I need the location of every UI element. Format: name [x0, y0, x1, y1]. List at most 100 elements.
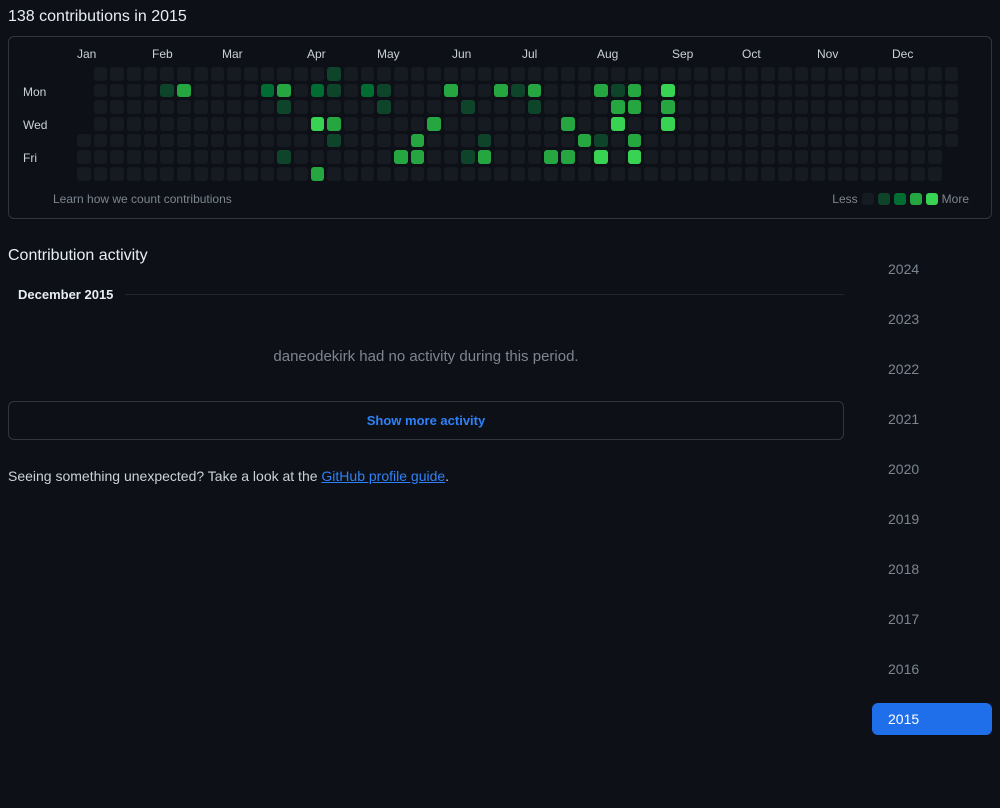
contribution-cell[interactable]	[478, 100, 492, 114]
contribution-cell[interactable]	[327, 84, 341, 98]
contribution-cell[interactable]	[745, 167, 759, 181]
contribution-cell[interactable]	[544, 67, 558, 81]
contribution-cell[interactable]	[861, 100, 875, 114]
contribution-cell[interactable]	[628, 84, 642, 98]
contribution-cell[interactable]	[427, 100, 441, 114]
show-more-button[interactable]: Show more activity	[8, 401, 844, 440]
contribution-cell[interactable]	[110, 100, 124, 114]
contribution-cell[interactable]	[678, 84, 692, 98]
contribution-cell[interactable]	[494, 117, 508, 131]
contribution-cell[interactable]	[795, 167, 809, 181]
contribution-cell[interactable]	[327, 117, 341, 131]
contribution-cell[interactable]	[661, 84, 675, 98]
contribution-cell[interactable]	[611, 100, 625, 114]
contribution-cell[interactable]	[678, 67, 692, 81]
contribution-cell[interactable]	[194, 117, 208, 131]
contribution-cell[interactable]	[294, 84, 308, 98]
contribution-cell[interactable]	[427, 67, 441, 81]
contribution-cell[interactable]	[511, 100, 525, 114]
contribution-cell[interactable]	[828, 67, 842, 81]
contribution-cell[interactable]	[561, 67, 575, 81]
contribution-cell[interactable]	[878, 84, 892, 98]
contribution-cell[interactable]	[244, 150, 258, 164]
contribution-cell[interactable]	[427, 150, 441, 164]
contribution-cell[interactable]	[294, 67, 308, 81]
contribution-cell[interactable]	[628, 167, 642, 181]
contribution-cell[interactable]	[377, 100, 391, 114]
contribution-cell[interactable]	[778, 134, 792, 148]
contribution-cell[interactable]	[411, 117, 425, 131]
contribution-cell[interactable]	[277, 67, 291, 81]
contribution-cell[interactable]	[945, 84, 959, 98]
contribution-cell[interactable]	[427, 84, 441, 98]
contribution-cell[interactable]	[244, 100, 258, 114]
contribution-cell[interactable]	[461, 150, 475, 164]
contribution-cell[interactable]	[361, 100, 375, 114]
contribution-cell[interactable]	[878, 67, 892, 81]
contribution-cell[interactable]	[911, 167, 925, 181]
contribution-cell[interactable]	[427, 134, 441, 148]
contribution-cell[interactable]	[795, 67, 809, 81]
contribution-cell[interactable]	[94, 134, 108, 148]
contribution-cell[interactable]	[745, 67, 759, 81]
contribution-cell[interactable]	[211, 167, 225, 181]
contribution-cell[interactable]	[728, 84, 742, 98]
contribution-cell[interactable]	[227, 134, 241, 148]
contribution-cell[interactable]	[261, 134, 275, 148]
contribution-cell[interactable]	[494, 134, 508, 148]
contribution-cell[interactable]	[177, 150, 191, 164]
contribution-cell[interactable]	[511, 84, 525, 98]
contribution-cell[interactable]	[311, 117, 325, 131]
contribution-cell[interactable]	[277, 150, 291, 164]
contribution-cell[interactable]	[227, 150, 241, 164]
contribution-cell[interactable]	[261, 150, 275, 164]
contribution-cell[interactable]	[828, 117, 842, 131]
contribution-cell[interactable]	[578, 134, 592, 148]
contribution-cell[interactable]	[411, 100, 425, 114]
contribution-cell[interactable]	[494, 67, 508, 81]
contribution-cell[interactable]	[795, 134, 809, 148]
contribution-cell[interactable]	[227, 167, 241, 181]
contribution-cell[interactable]	[177, 134, 191, 148]
contribution-cell[interactable]	[377, 67, 391, 81]
contribution-cell[interactable]	[444, 67, 458, 81]
contribution-cell[interactable]	[845, 84, 859, 98]
contribution-cell[interactable]	[578, 167, 592, 181]
contribution-cell[interactable]	[578, 84, 592, 98]
contribution-cell[interactable]	[911, 150, 925, 164]
profile-guide-link[interactable]: GitHub profile guide	[321, 468, 445, 484]
contribution-cell[interactable]	[611, 117, 625, 131]
contribution-cell[interactable]	[861, 67, 875, 81]
contribution-cell[interactable]	[928, 167, 942, 181]
contribution-cell[interactable]	[294, 134, 308, 148]
contribution-cell[interactable]	[761, 117, 775, 131]
contribution-cell[interactable]	[211, 84, 225, 98]
contribution-cell[interactable]	[928, 117, 942, 131]
contribution-cell[interactable]	[277, 100, 291, 114]
contribution-cell[interactable]	[578, 67, 592, 81]
contribution-cell[interactable]	[795, 84, 809, 98]
contribution-cell[interactable]	[160, 67, 174, 81]
contribution-cell[interactable]	[144, 100, 158, 114]
year-link-2016[interactable]: 2016	[872, 653, 992, 685]
contribution-cell[interactable]	[644, 84, 658, 98]
contribution-cell[interactable]	[394, 134, 408, 148]
contribution-cell[interactable]	[628, 134, 642, 148]
contribution-cell[interactable]	[828, 150, 842, 164]
contribution-cell[interactable]	[795, 150, 809, 164]
contribution-cell[interactable]	[144, 84, 158, 98]
contribution-cell[interactable]	[711, 150, 725, 164]
contribution-cell[interactable]	[928, 134, 942, 148]
contribution-cell[interactable]	[311, 134, 325, 148]
contribution-cell[interactable]	[478, 84, 492, 98]
contribution-cell[interactable]	[94, 100, 108, 114]
contribution-cell[interactable]	[144, 117, 158, 131]
contribution-cell[interactable]	[177, 67, 191, 81]
contribution-cell[interactable]	[444, 134, 458, 148]
contribution-cell[interactable]	[361, 150, 375, 164]
contribution-cell[interactable]	[478, 67, 492, 81]
contribution-cell[interactable]	[678, 117, 692, 131]
contribution-cell[interactable]	[411, 67, 425, 81]
contribution-cell[interactable]	[694, 67, 708, 81]
contribution-cell[interactable]	[127, 134, 141, 148]
